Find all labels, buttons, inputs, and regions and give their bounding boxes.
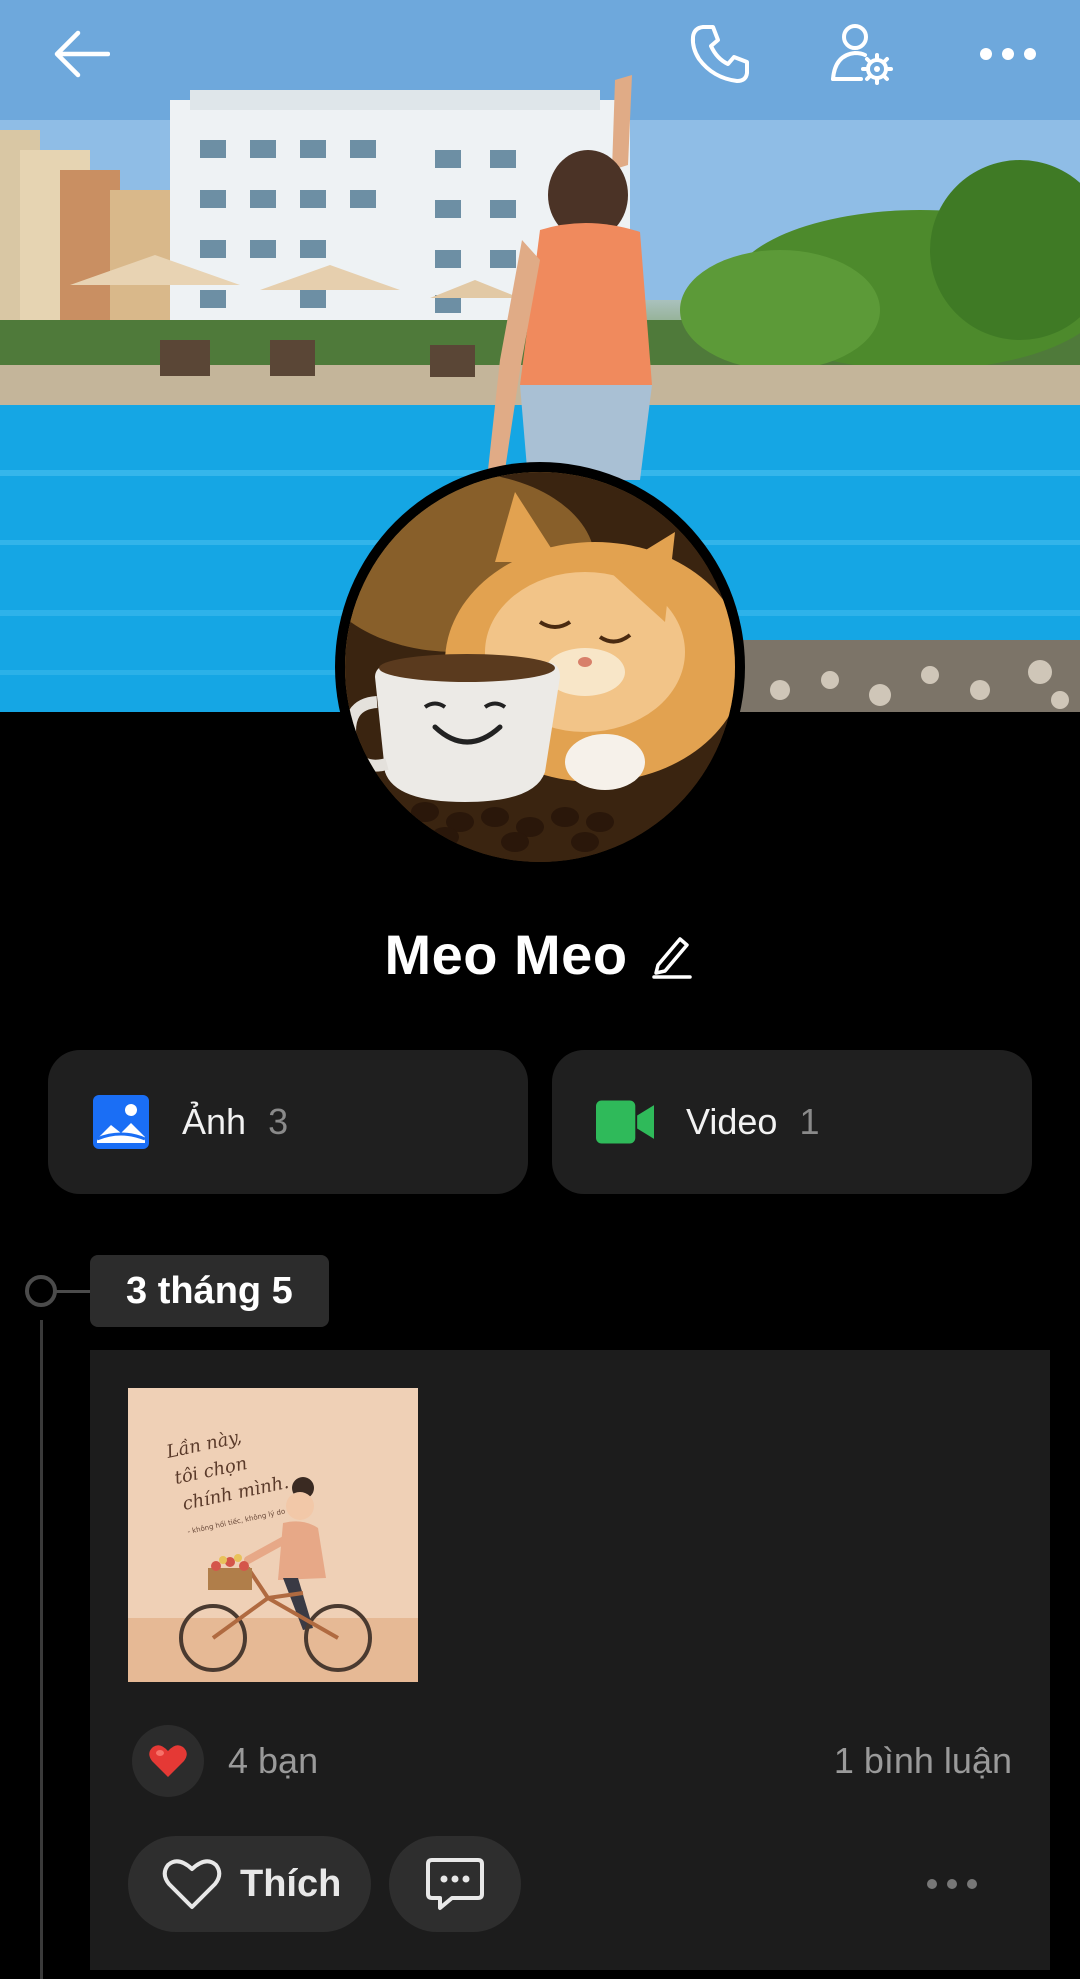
reaction-badge[interactable] — [132, 1725, 204, 1797]
timeline-dot — [25, 1275, 57, 1307]
post-image-illustration: Lần này, tôi chọn chính mình. - không hố… — [128, 1388, 418, 1682]
post-image[interactable]: Lần này, tôi chọn chính mình. - không hố… — [128, 1388, 418, 1682]
image-icon — [92, 1093, 150, 1151]
photos-card[interactable]: Ảnh 3 — [48, 1050, 528, 1194]
profile-settings-button[interactable] — [822, 14, 902, 94]
more-options-button[interactable] — [968, 14, 1048, 94]
photos-label: Ảnh — [182, 1101, 247, 1142]
photos-count: 3 — [268, 1101, 289, 1142]
post-card: Lần này, tôi chọn chính mình. - không hố… — [90, 1350, 1050, 1970]
heart-outline-icon — [162, 1859, 222, 1909]
call-button[interactable] — [680, 14, 760, 94]
comment-count[interactable]: 1 bình luận — [834, 1740, 1012, 1782]
profile-screen: Meo Meo Ảnh 3 Video 1 3 tháng 5 Lần này,… — [0, 0, 1080, 1979]
like-button[interactable]: Thích — [128, 1836, 372, 1932]
top-bar — [0, 0, 1080, 110]
timeline-connector — [56, 1290, 90, 1293]
videos-card[interactable]: Video 1 — [552, 1050, 1032, 1194]
pencil-icon — [651, 937, 692, 979]
timeline-line — [40, 1320, 43, 1979]
comment-bubble-icon — [426, 1858, 485, 1910]
video-camera-icon — [596, 1093, 654, 1151]
edit-name-button[interactable] — [651, 929, 696, 979]
arrow-left-icon — [54, 30, 110, 78]
reaction-count[interactable]: 4 bạn — [228, 1740, 318, 1782]
more-horizontal-icon — [980, 48, 1036, 60]
videos-label: Video — [686, 1101, 778, 1142]
profile-avatar[interactable] — [335, 462, 745, 872]
back-button[interactable] — [42, 14, 122, 94]
post-more-button[interactable] — [922, 1864, 982, 1904]
timeline-date: 3 tháng 5 — [90, 1255, 329, 1327]
user-settings-icon — [831, 24, 893, 85]
cat-coffee-illustration — [345, 472, 735, 862]
phone-icon — [690, 25, 749, 83]
profile-name: Meo Meo — [384, 922, 628, 986]
avatar-image — [345, 472, 735, 862]
post-actions: Thích — [128, 1836, 1008, 1932]
reaction-row: 4 bạn 1 bình luận — [132, 1724, 1012, 1798]
videos-count: 1 — [799, 1101, 820, 1142]
more-horizontal-icon — [927, 1879, 977, 1889]
profile-name-row: Meo Meo — [0, 918, 1080, 990]
heart-icon — [149, 1745, 187, 1777]
comment-button[interactable] — [389, 1836, 522, 1932]
like-label: Thích — [240, 1862, 342, 1905]
